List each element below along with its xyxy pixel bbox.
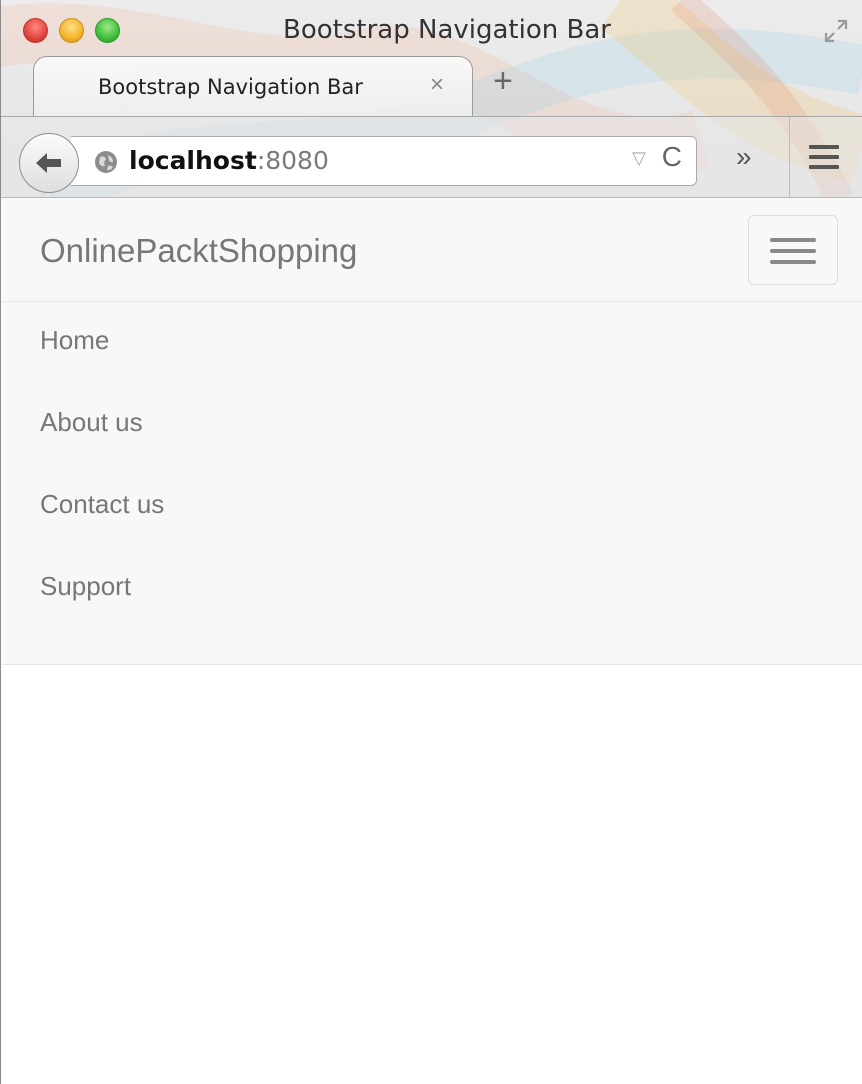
url-host: localhost: [129, 146, 257, 175]
navbar-brand[interactable]: OnlinePacktShopping: [40, 232, 357, 270]
browser-window: Bootstrap Navigation Bar Bootstrap Navig…: [0, 0, 862, 1084]
new-tab-button[interactable]: +: [493, 64, 513, 98]
back-button[interactable]: [19, 133, 79, 193]
fullscreen-icon[interactable]: [823, 18, 849, 44]
nav-item-support[interactable]: Support: [2, 566, 862, 648]
navbar-header: OnlinePacktShopping: [2, 198, 862, 302]
toolbar-separator: [789, 117, 790, 197]
tab-close-icon[interactable]: ×: [430, 71, 444, 99]
globe-icon: [95, 151, 117, 173]
history-dropmarker-icon[interactable]: ▽: [632, 148, 646, 169]
back-arrow-icon: [36, 153, 61, 173]
nav-item-home[interactable]: Home: [2, 320, 862, 402]
nav-item-about-us[interactable]: About us: [2, 402, 862, 484]
url-port: :8080: [256, 146, 329, 175]
url-bar[interactable]: localhost:8080 ▽ C: [71, 136, 697, 186]
url-text: localhost:8080: [129, 146, 329, 175]
browser-tab[interactable]: Bootstrap Navigation Bar ×: [33, 56, 473, 116]
tab-title: Bootstrap Navigation Bar: [98, 75, 363, 99]
navbar: OnlinePacktShopping Home About us Contac…: [2, 198, 862, 665]
toolbar-overflow-icon[interactable]: »: [736, 141, 752, 173]
toggle-bar-icon: [770, 238, 816, 242]
toggle-bar-icon: [770, 260, 816, 264]
nav-menu: Home About us Contact us Support: [2, 320, 862, 648]
window-title: Bootstrap Navigation Bar: [283, 15, 611, 45]
browser-chrome: Bootstrap Navigation Bar Bootstrap Navig…: [1, 0, 862, 198]
reload-icon[interactable]: C: [662, 141, 682, 173]
menu-icon[interactable]: [809, 145, 839, 169]
nav-item-contact-us[interactable]: Contact us: [2, 484, 862, 566]
toggle-bar-icon: [770, 249, 816, 253]
title-bar: Bootstrap Navigation Bar: [1, 0, 862, 58]
navbar-toggle-button[interactable]: [748, 215, 838, 285]
navigation-toolbar: localhost:8080 ▽ C »: [1, 116, 862, 197]
